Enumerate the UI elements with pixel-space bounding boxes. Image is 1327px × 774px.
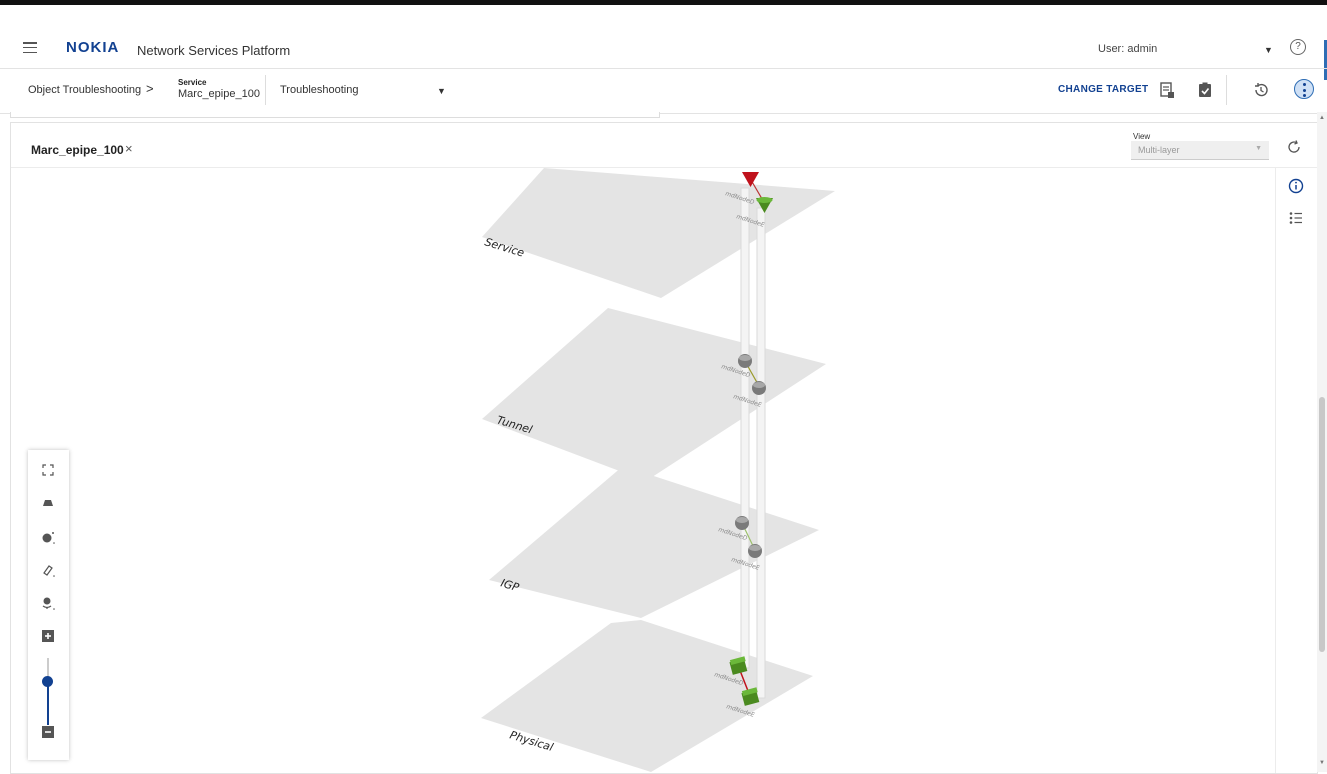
fit-to-screen-icon[interactable] bbox=[38, 460, 58, 480]
menu-icon[interactable] bbox=[23, 42, 37, 54]
igp-node-a-cap bbox=[736, 517, 748, 523]
view-select[interactable]: Troubleshooting bbox=[280, 84, 358, 96]
zoom-out-icon[interactable] bbox=[38, 722, 58, 742]
view-mode-select[interactable]: Multi-layer ▼ bbox=[1131, 141, 1269, 160]
close-icon[interactable]: × bbox=[125, 141, 133, 156]
chevron-down-icon[interactable]: ▼ bbox=[437, 86, 446, 96]
scrollbar-thumb[interactable] bbox=[1319, 397, 1325, 652]
report-icon[interactable] bbox=[1158, 81, 1176, 99]
node-style-icon[interactable] bbox=[38, 527, 58, 547]
target-name[interactable]: Marc_epipe_100 bbox=[178, 88, 260, 100]
multilayer-view[interactable]: mdNodeD mdNodeE mdNodeD mdNodeE mdNodeD … bbox=[11, 168, 1273, 773]
scroll-down-icon[interactable]: ▼ bbox=[1319, 760, 1325, 766]
layer-plane-tunnel bbox=[482, 308, 826, 481]
history-icon[interactable] bbox=[1252, 81, 1270, 99]
layer-plane-service bbox=[482, 168, 835, 298]
layer-plane-igp bbox=[489, 466, 819, 618]
app-header: NOKIA Network Services Platform User: ad… bbox=[0, 32, 1327, 68]
change-target-button[interactable]: CHANGE TARGET bbox=[1058, 84, 1148, 95]
refresh-icon[interactable] bbox=[1286, 139, 1302, 155]
tunnel-node-a-cap bbox=[739, 355, 751, 361]
clipboard-check-icon[interactable] bbox=[1196, 81, 1214, 99]
list-icon[interactable] bbox=[1287, 209, 1305, 227]
divider bbox=[1226, 75, 1227, 105]
perspective-view-icon[interactable] bbox=[38, 493, 58, 513]
multilayer-canvas[interactable]: mdNodeD mdNodeE mdNodeD mdNodeE mdNodeD … bbox=[11, 168, 1273, 773]
view-controls bbox=[28, 450, 69, 760]
zoom-slider-fill bbox=[47, 684, 49, 725]
info-icon[interactable] bbox=[1287, 177, 1305, 195]
view-mode-value: Multi-layer bbox=[1138, 145, 1180, 155]
service-node-b-cap bbox=[756, 197, 773, 203]
topology-panel: Marc_epipe_100 × View Multi-layer ▼ mdNo… bbox=[10, 122, 1318, 774]
breadcrumb-separator: > bbox=[146, 81, 154, 96]
panel-tab-title[interactable]: Marc_epipe_100 bbox=[31, 143, 124, 157]
more-vertical-icon[interactable] bbox=[1294, 79, 1314, 99]
user-menu[interactable]: User: admin bbox=[1098, 43, 1157, 55]
scroll-up-icon[interactable]: ▲ bbox=[1319, 115, 1325, 121]
igp-node-b-cap bbox=[749, 545, 761, 551]
help-icon[interactable]: ? bbox=[1290, 39, 1306, 55]
link-style-icon[interactable] bbox=[38, 560, 58, 580]
globe-icon[interactable] bbox=[38, 593, 58, 613]
divider bbox=[265, 75, 266, 105]
chevron-down-icon[interactable]: ▼ bbox=[1264, 45, 1273, 55]
zoom-in-icon[interactable] bbox=[38, 626, 58, 646]
node-b-column bbox=[756, 207, 766, 699]
side-toolbar bbox=[1275, 168, 1318, 773]
app-title: Network Services Platform bbox=[137, 43, 291, 58]
nokia-logo[interactable]: NOKIA bbox=[66, 39, 119, 56]
tunnel-node-b-cap bbox=[753, 382, 765, 388]
zoom-slider-handle[interactable] bbox=[42, 676, 53, 687]
breadcrumb-root[interactable]: Object Troubleshooting bbox=[28, 84, 141, 96]
top-border bbox=[0, 0, 1327, 5]
node-a-column bbox=[740, 187, 750, 669]
view-field-label: View bbox=[1133, 132, 1151, 141]
vertical-scrollbar[interactable]: ▲ ▼ bbox=[1317, 112, 1327, 772]
collapsed-panel-edge bbox=[10, 112, 660, 118]
chevron-down-icon: ▼ bbox=[1255, 145, 1262, 152]
target-kind-label: Service bbox=[178, 78, 207, 87]
breadcrumb-bar: Object Troubleshooting > Service Marc_ep… bbox=[0, 68, 1327, 114]
